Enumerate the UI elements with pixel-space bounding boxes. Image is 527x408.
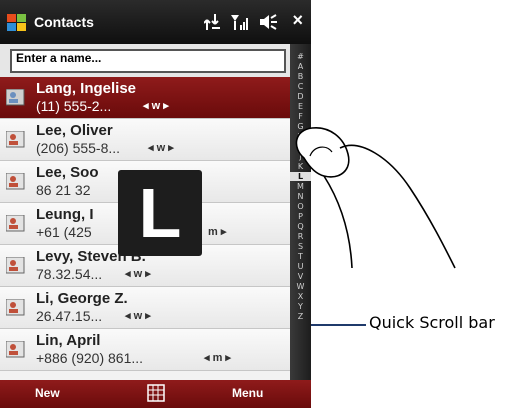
contact-name: Leung, I <box>36 206 94 223</box>
contact-phone: +61 (425 <box>36 224 92 240</box>
contact-card-icon <box>6 341 25 358</box>
contact-phone: 26.47.15... <box>36 308 103 324</box>
callout-line <box>311 324 366 326</box>
index-letter[interactable]: E <box>290 102 311 111</box>
index-letter[interactable]: X <box>290 292 311 301</box>
phone-type-selector[interactable]: ◂ w ▸ <box>148 141 174 154</box>
app-title: Contacts <box>34 14 94 30</box>
contact-row[interactable]: Lang, Ingelise (11) 555-2... ◂ w ▸ <box>0 77 290 119</box>
menu-softkey[interactable]: Menu <box>232 386 263 400</box>
contact-phone: 78.32.54... <box>36 266 103 282</box>
phone-type-selector[interactable]: ◂ w ▸ <box>125 309 151 322</box>
finger-illustration <box>295 127 456 269</box>
index-letter[interactable]: B <box>290 72 311 81</box>
contact-card-icon <box>6 257 25 274</box>
contact-row[interactable]: Lin, April +886 (920) 861... ◂ m ▸ <box>0 329 290 371</box>
contact-phone: (11) 555-2... <box>36 98 112 114</box>
quick-scroll-bar-label: Quick Scroll bar <box>369 313 495 332</box>
contact-row[interactable]: Li, George Z. 26.47.15... ◂ w ▸ <box>0 287 290 329</box>
contact-card-icon <box>6 89 25 106</box>
contact-name: Lang, Ingelise <box>36 80 137 97</box>
phone-screen: Contacts × Enter a name... Lang, Ingelis… <box>0 0 311 408</box>
phone-type-selector[interactable]: m ▸ <box>208 225 226 238</box>
title-bar: Contacts × <box>0 0 311 44</box>
signal-strength-icon[interactable] <box>230 12 250 32</box>
keyboard-grid-icon[interactable] <box>147 384 165 402</box>
contact-name: Lee, Oliver <box>36 122 113 139</box>
volume-icon[interactable] <box>258 12 278 32</box>
status-icons[interactable] <box>204 10 278 34</box>
contact-name: Li, George Z. <box>36 290 128 307</box>
name-search-input[interactable]: Enter a name... <box>10 49 286 73</box>
contact-card-icon <box>6 173 25 190</box>
search-area: Enter a name... <box>0 44 290 77</box>
contact-card-icon <box>6 299 25 316</box>
new-softkey[interactable]: New <box>35 386 60 400</box>
index-letter[interactable]: Z <box>290 312 311 321</box>
contact-name: Lee, Soo <box>36 164 99 181</box>
contact-phone: (206) 555-8... <box>36 140 121 156</box>
index-letter[interactable]: A <box>290 62 311 71</box>
contact-card-icon <box>6 131 25 148</box>
phone-type-selector[interactable]: ◂ w ▸ <box>125 267 151 280</box>
index-letter[interactable]: Y <box>290 302 311 311</box>
contact-card-icon <box>6 215 25 232</box>
contact-phone: +886 (920) 861... <box>36 350 144 366</box>
phone-type-selector[interactable]: ◂ m ▸ <box>204 351 231 364</box>
connectivity-icon[interactable] <box>204 12 222 32</box>
quick-scroll-letter-popup: L <box>118 170 202 256</box>
close-button[interactable]: × <box>292 10 303 31</box>
contact-phone: 86 21 32 <box>36 182 91 198</box>
index-letter[interactable]: # <box>290 52 311 61</box>
index-letter[interactable]: C <box>290 82 311 91</box>
contact-name: Lin, April <box>36 332 101 349</box>
contact-row[interactable]: Lee, Oliver (206) 555-8... ◂ w ▸ <box>0 119 290 161</box>
phone-type-selector[interactable]: ◂ w ▸ <box>143 99 169 112</box>
windows-start-icon[interactable] <box>6 11 28 33</box>
softkey-bar: New Menu <box>0 380 311 408</box>
index-letter[interactable]: D <box>290 92 311 101</box>
